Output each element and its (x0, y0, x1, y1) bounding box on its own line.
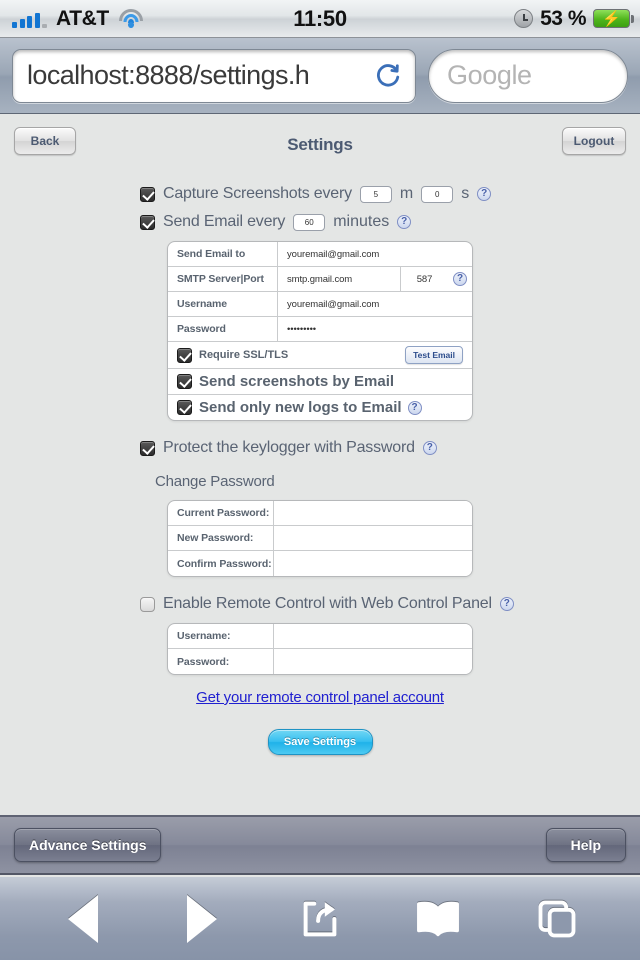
smtp-username-value[interactable]: youremail@gmail.com (278, 292, 472, 316)
capture-screenshots-label: Capture Screenshots every (163, 185, 352, 202)
send-new-logs-checkbox[interactable] (177, 400, 192, 415)
send-screenshots-label: Send screenshots by Email (199, 373, 395, 390)
table-row: Send Email to youremail@gmail.com (168, 242, 472, 267)
email-settings-table: Send Email to youremail@gmail.com SMTP S… (167, 241, 473, 421)
remote-account-link[interactable]: Get your remote control panel account (196, 689, 444, 706)
table-row: Current Password: (168, 501, 472, 526)
send-screenshots-checkbox[interactable] (177, 374, 192, 389)
table-row: Username youremail@gmail.com (168, 292, 472, 317)
back-arrow-icon[interactable] (52, 893, 114, 945)
protect-keylogger-row: Protect the keylogger with Password ? (0, 439, 640, 457)
send-new-logs-help-icon[interactable]: ? (407, 400, 422, 415)
send-email-to-label: Send Email to (168, 242, 278, 266)
app-footer-toolbar: Advance Settings Help (0, 815, 640, 875)
send-email-checkbox[interactable] (140, 214, 155, 230)
battery-charging-icon: ⚡ (593, 9, 634, 28)
smtp-server-label: SMTP Server|Port (168, 267, 278, 291)
table-row: Username: (168, 624, 472, 649)
page-content: Back Settings Logout Capture Screenshots… (0, 115, 640, 805)
new-password-label: New Password: (168, 526, 274, 550)
remote-username-input[interactable] (274, 624, 472, 648)
smtp-username-label: Username (168, 292, 278, 316)
browser-address-bar: localhost:8888/settings.h Google (0, 38, 640, 114)
send-email-label: Send Email every (163, 213, 286, 230)
bookmarks-book-icon[interactable] (407, 893, 469, 945)
send-email-help-icon[interactable]: ? (397, 215, 412, 229)
protect-keylogger-label: Protect the keylogger with Password (163, 439, 415, 456)
status-bar-right: 53 % ⚡ (514, 6, 634, 31)
send-screenshots-row: Send screenshots by Email (168, 369, 472, 395)
send-new-logs-label: Send only new logs to Email (199, 399, 402, 416)
table-row: Password ••••••••• (168, 317, 472, 342)
current-password-input[interactable] (274, 501, 472, 525)
page-nav-row: Back Settings Logout (0, 115, 640, 163)
back-button[interactable]: Back (14, 127, 76, 155)
smtp-password-label: Password (168, 317, 278, 341)
send-new-logs-row: Send only new logs to Email ? (168, 395, 472, 420)
enable-remote-control-checkbox[interactable] (140, 596, 155, 612)
confirm-password-input[interactable] (274, 551, 472, 576)
change-password-heading: Change Password (155, 473, 275, 490)
change-password-table: Current Password: New Password: Confirm … (167, 500, 473, 577)
alarm-clock-icon (514, 9, 534, 28)
capture-minutes-unit: m (399, 185, 414, 202)
safari-bottom-toolbar (0, 877, 640, 960)
smtp-help-icon[interactable]: ? (453, 272, 467, 286)
capture-minutes-input[interactable] (359, 185, 392, 203)
settings-form: Capture Screenshots every m s ? Send Ema… (0, 163, 640, 755)
remote-username-label: Username: (168, 624, 274, 648)
address-text: localhost:8888/settings.h (27, 60, 310, 90)
page-title: Settings (287, 135, 353, 154)
save-settings-button[interactable]: Save Settings (267, 729, 373, 755)
table-row: Confirm Password: (168, 551, 472, 576)
smtp-server-value[interactable]: smtp.gmail.com (278, 267, 400, 291)
protect-keylogger-checkbox[interactable] (140, 440, 155, 456)
remote-credentials-table: Username: Password: (167, 623, 473, 675)
protect-keylogger-help-icon[interactable]: ? (422, 441, 437, 455)
remote-account-link-row: Get your remote control panel account (0, 689, 640, 707)
send-email-interval-input[interactable] (293, 213, 326, 231)
new-password-input[interactable] (274, 526, 472, 550)
current-password-label: Current Password: (168, 501, 274, 525)
capture-seconds-unit: s (461, 185, 470, 202)
table-row: New Password: (168, 526, 472, 551)
save-settings-row: Save Settings (0, 729, 640, 755)
status-bar: AT&T 11:50 53 % ⚡ (0, 0, 640, 38)
enable-remote-control-label: Enable Remote Control with Web Control P… (163, 595, 492, 612)
send-email-to-value[interactable]: youremail@gmail.com (278, 242, 472, 266)
battery-percent-label: 53 % (540, 6, 586, 30)
smtp-password-value[interactable]: ••••••••• (278, 317, 472, 341)
send-email-unit: minutes (333, 213, 390, 230)
enable-remote-control-help-icon[interactable]: ? (499, 597, 514, 611)
tabs-icon[interactable] (526, 893, 588, 945)
capture-help-icon[interactable]: ? (477, 187, 492, 201)
send-email-row: Send Email every minutes ? (0, 213, 640, 231)
require-ssl-checkbox[interactable] (177, 347, 192, 363)
require-ssl-label: Require SSL/TLS (199, 349, 289, 361)
address-input[interactable]: localhost:8888/settings.h (12, 48, 416, 103)
logout-button[interactable]: Logout (562, 127, 626, 155)
forward-arrow-icon[interactable] (171, 893, 233, 945)
search-input[interactable]: Google (428, 48, 628, 103)
enable-remote-control-row: Enable Remote Control with Web Control P… (0, 595, 640, 613)
capture-screenshots-checkbox[interactable] (140, 186, 155, 202)
table-row: SMTP Server|Port smtp.gmail.com 587 ? (168, 267, 472, 292)
capture-seconds-input[interactable] (421, 185, 454, 203)
smtp-port-value[interactable]: 587 (400, 267, 448, 291)
reload-icon[interactable] (375, 63, 401, 89)
share-icon[interactable] (289, 893, 351, 945)
confirm-password-label: Confirm Password: (168, 551, 274, 576)
table-row: Password: (168, 649, 472, 674)
test-email-button[interactable]: Test Email (405, 346, 463, 364)
remote-password-label: Password: (168, 649, 274, 674)
advance-settings-button[interactable]: Advance Settings (14, 828, 162, 862)
remote-password-input[interactable] (274, 649, 472, 674)
require-ssl-row: Require SSL/TLS Test Email (168, 342, 472, 369)
capture-screenshots-row: Capture Screenshots every m s ? (0, 185, 640, 203)
smtp-help-cell: ? (448, 267, 472, 291)
help-button[interactable]: Help (545, 828, 626, 862)
search-placeholder: Google (447, 60, 532, 90)
